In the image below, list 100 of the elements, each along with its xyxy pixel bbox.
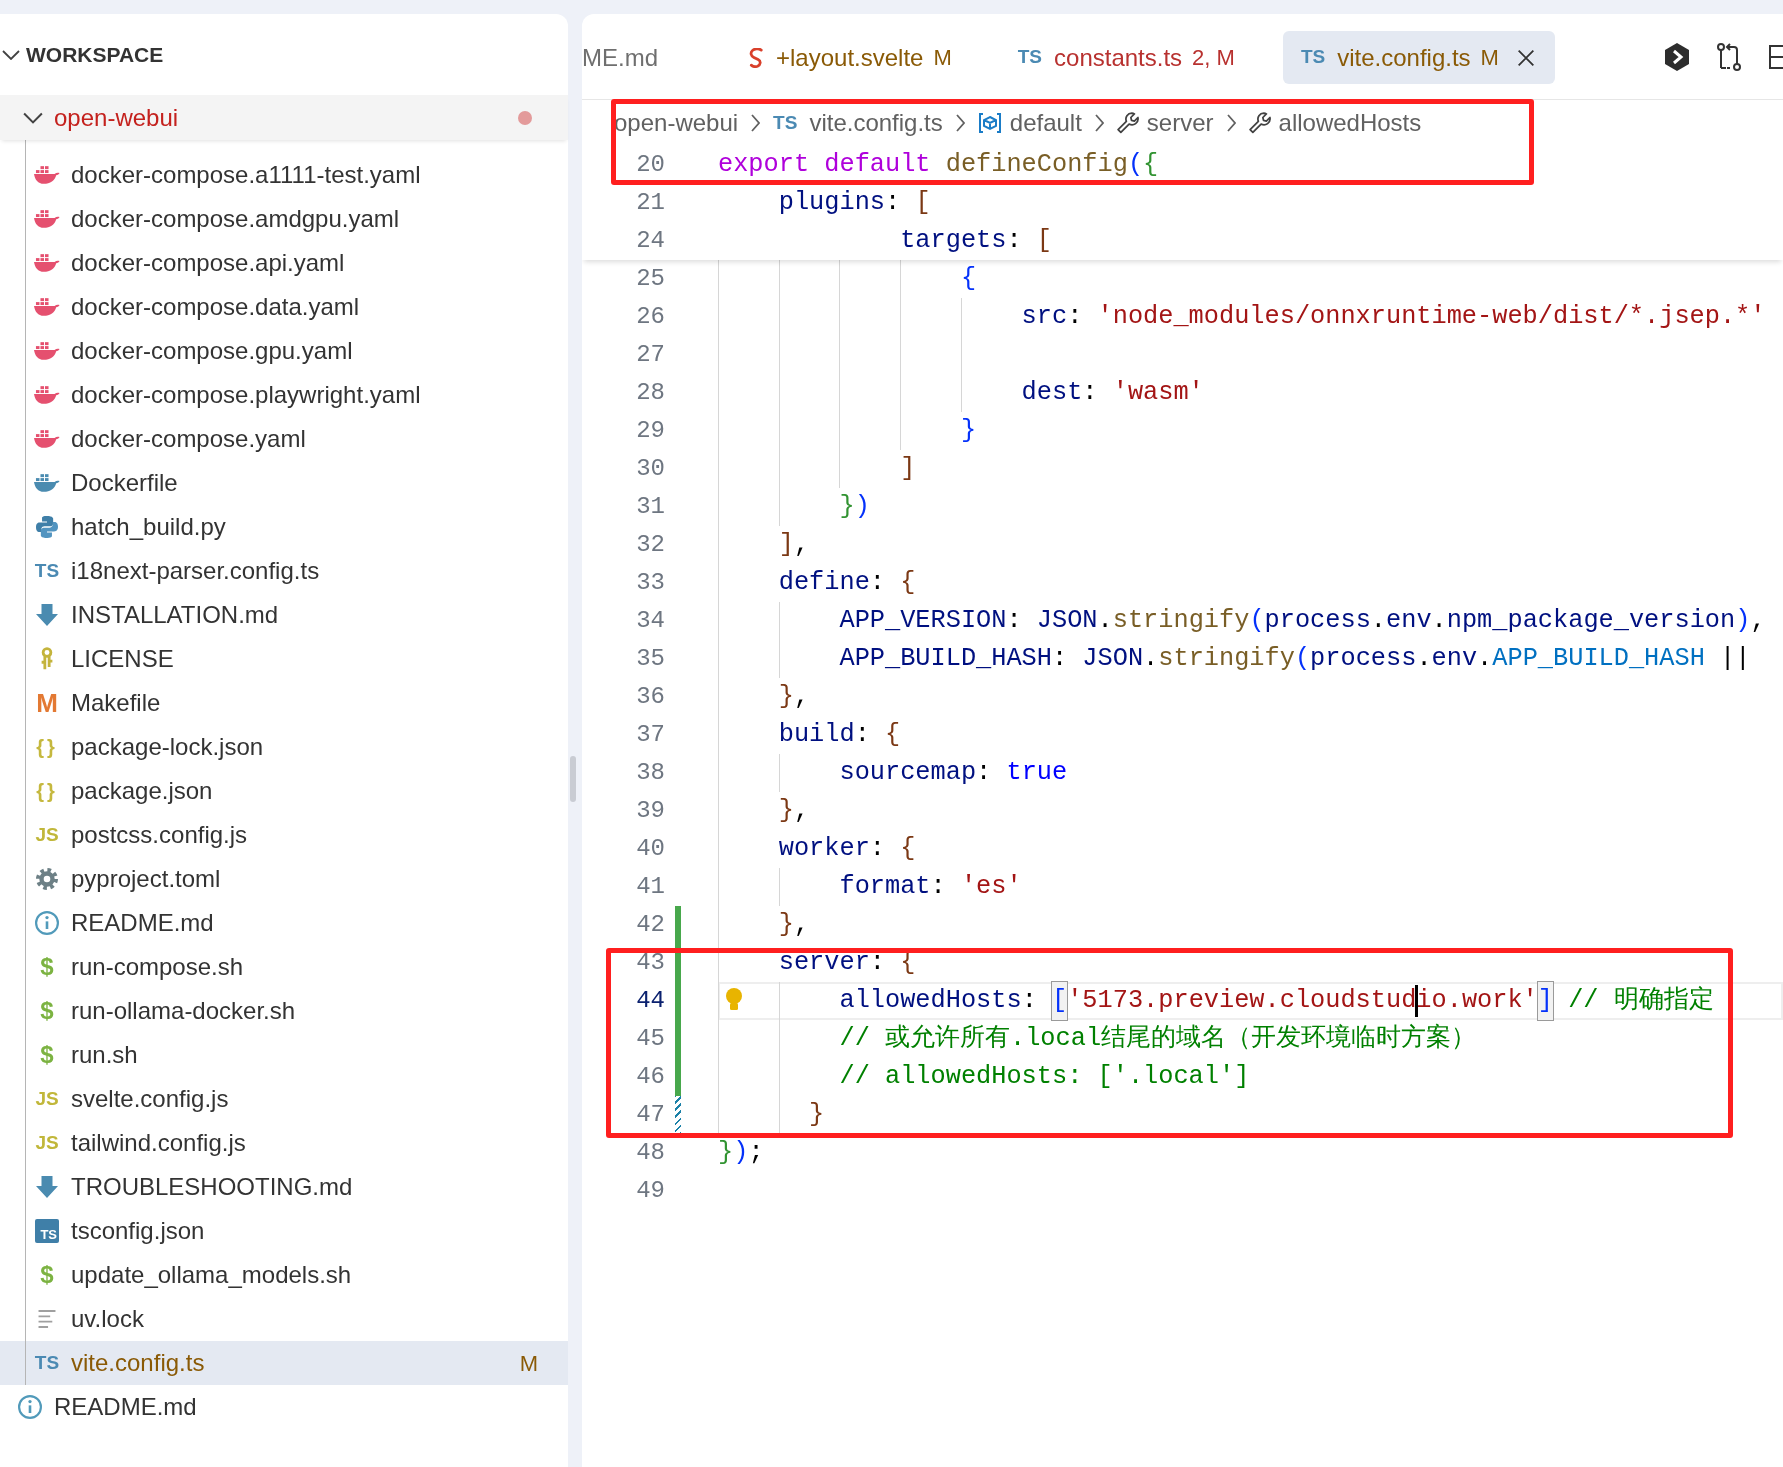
status-label: M (1480, 44, 1499, 72)
code-line: targets: [ (899, 225, 1052, 258)
line-number: 42 (636, 910, 665, 940)
line-number: 28 (636, 378, 665, 408)
breadcrumb-item[interactable]: open-webui (614, 105, 739, 141)
info-icon (35, 911, 59, 935)
file-item[interactable]: $ update_ollama_models.sh (0, 1253, 568, 1297)
file-item[interactable]: docker-compose.playwright.yaml (0, 373, 568, 417)
editor-tab[interactable]: TS vite.config.ts M (1282, 31, 1555, 84)
chevron-icon (23, 111, 43, 124)
whale-icon (34, 166, 60, 184)
file-item[interactable]: $ run-compose.sh (0, 945, 568, 989)
code-line: } (808, 1099, 825, 1132)
file-name: hatch_build.py (71, 512, 226, 542)
file-name: docker-compose.a1111-test.yaml (71, 160, 421, 190)
file-name: LICENSE (71, 644, 174, 674)
editor-tab[interactable]: TS constants.ts 2, M (999, 31, 1253, 84)
line-number: 47 (636, 1100, 665, 1130)
file-name: postcss.config.js (71, 820, 248, 850)
line-number: 37 (636, 720, 665, 750)
file-item[interactable]: JS postcss.config.js (0, 813, 568, 857)
breadcrumb-item[interactable]: allowedHosts (1278, 105, 1422, 141)
file-name: TROUBLESHOOTING.md (71, 1172, 353, 1202)
folder-item[interactable]: open-webui (0, 95, 568, 140)
file-name: run-compose.sh (71, 952, 244, 982)
breadcrumb-item[interactable]: server (1146, 105, 1214, 141)
file-type-icon: TS (1017, 43, 1043, 72)
line-number: 33 (636, 568, 665, 598)
file-name: README.md (71, 908, 214, 938)
file-item[interactable]: {} package-lock.json (0, 725, 568, 769)
line-number: 39 (636, 796, 665, 826)
code-line: allowedHosts: ['5173.preview.cloudstudio.work'] // 明确指定 (718, 982, 1714, 1020)
file-name: docker-compose.playwright.yaml (71, 380, 421, 410)
file-type-icon: TS (773, 108, 798, 138)
file-item[interactable]: INSTALLATION.md (0, 593, 568, 637)
code-line: } (959, 415, 977, 448)
file-item[interactable]: TS vite.config.ts M (0, 1341, 568, 1385)
file-item[interactable]: docker-compose.amdgpu.yaml (0, 197, 568, 241)
file-type-icon: JS (35, 1084, 59, 1114)
whale-icon (34, 298, 60, 316)
file-item[interactable]: hatch_build.py (0, 505, 568, 549)
file-item[interactable]: README.md (0, 1385, 568, 1429)
line-number: 41 (636, 872, 665, 902)
file-item[interactable]: docker-compose.gpu.yaml (0, 329, 568, 373)
file-item[interactable]: M Makefile (0, 681, 568, 725)
file-name: package-lock.json (71, 732, 264, 762)
file-item[interactable]: LICENSE (0, 637, 568, 681)
file-item[interactable]: TS tsconfig.json (0, 1209, 568, 1253)
line-number: 30 (636, 454, 665, 484)
file-type-icon: JS (35, 1128, 59, 1158)
file-name: i18next-parser.config.ts (71, 556, 320, 586)
gear-icon (36, 868, 58, 890)
line-number: 20 (636, 150, 665, 180)
editor-tab[interactable]: ME.md (582, 31, 730, 84)
file-type-icon: $ (40, 949, 54, 985)
module-icon (977, 112, 1002, 134)
scroll-thumb[interactable] (570, 756, 576, 802)
file-item[interactable]: docker-compose.a1111-test.yaml (0, 153, 568, 197)
file-item[interactable]: README.md (0, 901, 568, 945)
file-item[interactable]: JS tailwind.config.js (0, 1121, 568, 1165)
file-item[interactable]: {} package.json (0, 769, 568, 813)
hexagon-icon[interactable] (1663, 41, 1691, 72)
file-name: docker-compose.amdgpu.yaml (71, 204, 400, 234)
compare-icon[interactable] (1715, 41, 1743, 72)
line-number: 26 (636, 302, 665, 332)
file-item[interactable]: pyproject.toml (0, 857, 568, 901)
file-type-icon: TS (35, 1219, 59, 1243)
file-name: run.sh (71, 1040, 138, 1070)
line-number: 21 (636, 188, 665, 218)
line-number: 25 (636, 264, 665, 294)
file-name: pyproject.toml (71, 864, 221, 894)
line-number: 35 (636, 644, 665, 674)
editor-tab[interactable]: +layout.svelte M (730, 31, 970, 84)
file-item[interactable]: TS i18next-parser.config.ts (0, 549, 568, 593)
breadcrumb-item[interactable]: vite.config.ts (809, 105, 943, 141)
line-number: 46 (636, 1062, 665, 1092)
file-item[interactable]: TROUBLESHOOTING.md (0, 1165, 568, 1209)
code-line: plugins: [ (777, 187, 931, 220)
file-item[interactable]: $ run.sh (0, 1033, 568, 1077)
chevron-icon (1226, 114, 1236, 132)
breadcrumb-item[interactable]: default (1009, 105, 1082, 141)
code-line: // allowedHosts: ['.local'] (838, 1061, 1250, 1094)
file-name: docker-compose.yaml (71, 424, 306, 454)
file-item[interactable]: docker-compose.yaml (0, 417, 568, 461)
section-title[interactable]: WORKSPACE (26, 38, 164, 71)
chevron-icon[interactable] (2, 49, 20, 60)
file-item[interactable]: Dockerfile (0, 461, 568, 505)
file-name: uv.lock (71, 1304, 144, 1334)
file-name: INSTALLATION.md (71, 600, 279, 630)
line-number: 36 (636, 682, 665, 712)
file-item[interactable]: docker-compose.data.yaml (0, 285, 568, 329)
file-item[interactable]: $ run-ollama-docker.sh (0, 989, 568, 1033)
file-type-icon (748, 47, 764, 68)
file-item[interactable]: JS svelte.config.js (0, 1077, 568, 1121)
code-line: }, (777, 795, 810, 828)
file-type-icon: $ (40, 1037, 54, 1073)
file-item[interactable]: docker-compose.api.yaml (0, 241, 568, 285)
down-arrow-icon (36, 604, 58, 626)
file-type-icon: TS (34, 1348, 60, 1378)
code-line: dest: 'wasm' (1020, 377, 1204, 410)
